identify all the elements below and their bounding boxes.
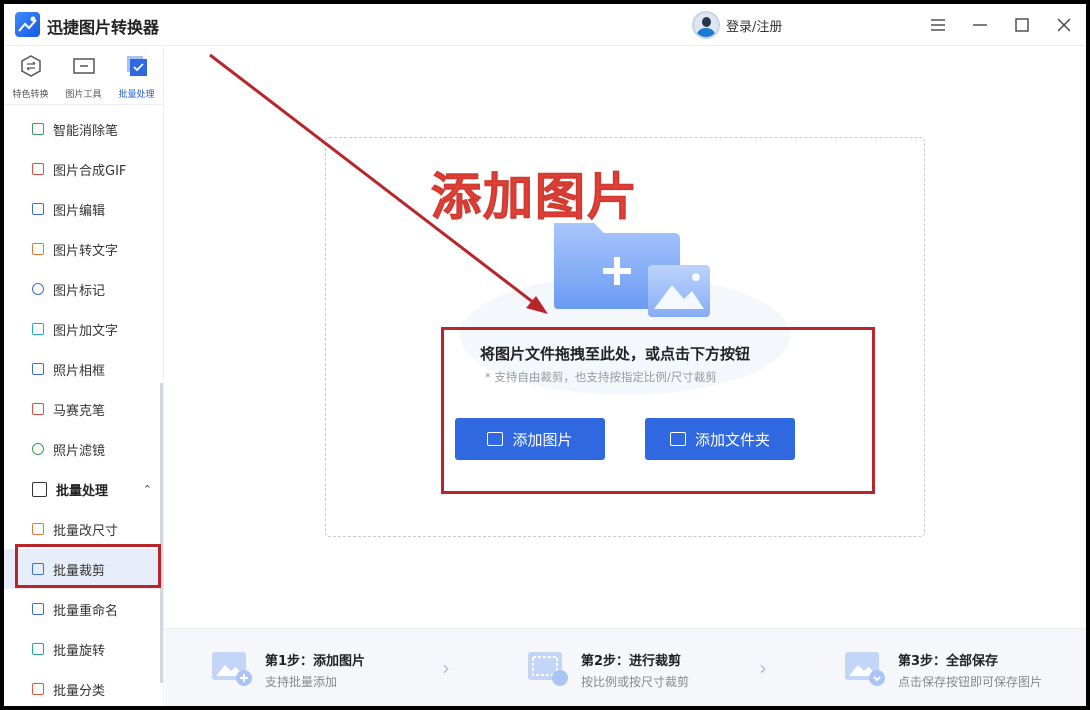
tab-label: 批量处理 (118, 90, 155, 100)
folder-plus-icon (669, 432, 686, 446)
sidebar-item-filter[interactable]: 照片滤镜 (4, 429, 164, 469)
chevron-right-icon: › (759, 656, 767, 680)
classify-icon (32, 683, 44, 695)
sidebar-group-batch[interactable]: 批量处理 ⌃ (4, 469, 164, 509)
step-title: 第3步：全部保存 (898, 654, 999, 669)
sidebar-item-label: 照片滤镜 (53, 443, 106, 459)
sidebar-item-mosaic[interactable]: 马赛克笔 (4, 389, 164, 429)
sidebar-item-label: 照片相框 (53, 363, 106, 379)
resize-icon (32, 523, 44, 535)
sidebar-item-label: 图片编辑 (53, 203, 106, 219)
image-icon (487, 432, 504, 446)
add-folder-button[interactable]: 添加文件夹 (645, 418, 795, 460)
sidebar-scrollbar[interactable] (160, 383, 163, 683)
image-tool-icon (73, 58, 95, 74)
app-window: 迅捷图片转换器 登录/注册 特色转换 图片工具 批量处理 智能消除笔 图片合成G… (4, 4, 1086, 706)
eraser-pen-icon (32, 123, 44, 135)
tab-label: 特色转换 (12, 90, 49, 100)
sidebar-item-label: 智能消除笔 (53, 123, 119, 139)
title-bar: 迅捷图片转换器 登录/注册 (4, 4, 1086, 46)
maximize-icon[interactable] (1011, 14, 1033, 36)
login-register-button[interactable]: 登录/注册 (692, 11, 782, 39)
crop-hint: * 支持自由裁剪，也支持按指定比例/尺寸裁剪 (485, 370, 717, 384)
rename-icon (32, 603, 44, 615)
step-add-image-icon (212, 652, 252, 686)
frame-icon (32, 363, 44, 375)
text-recognize-icon (32, 243, 44, 255)
sidebar-item-label: 图片合成GIF (53, 163, 127, 179)
chevron-right-icon: › (442, 656, 450, 680)
sidebar: 特色转换 图片工具 批量处理 智能消除笔 图片合成GIF 图片编辑 图片转文字 … (4, 47, 164, 706)
sidebar-menu: 智能消除笔 图片合成GIF 图片编辑 图片转文字 图片标记 图片加文字 照片相框… (4, 109, 164, 706)
swap-icon (21, 55, 41, 77)
close-icon[interactable] (1053, 14, 1075, 36)
sidebar-item-label: 批量旋转 (53, 643, 106, 659)
mosaic-pen-icon (32, 403, 44, 415)
step-desc: 按比例或按尺寸裁剪 (581, 675, 690, 689)
sidebar-item-batch-classify[interactable]: 批量分类 (4, 669, 164, 706)
drag-instruction: 将图片文件拖拽至此处，或点击下方按钮 (480, 345, 751, 363)
sidebar-item-smart-eraser[interactable]: 智能消除笔 (4, 109, 164, 149)
batch-icon (127, 56, 147, 76)
folder-add-icon (554, 223, 710, 317)
tab-image-tools[interactable]: 图片工具 (57, 47, 110, 105)
sidebar-group-label: 批量处理 (56, 483, 109, 499)
tab-special-convert[interactable]: 特色转换 (4, 47, 57, 105)
filter-icon (32, 443, 44, 455)
sidebar-item-photo-frame[interactable]: 照片相框 (4, 349, 164, 389)
step-title: 第1步：添加图片 (265, 654, 366, 669)
sidebar-item-label: 图片加文字 (53, 323, 119, 339)
steps-bar: 第1步：添加图片 支持批量添加 › 第2步：进行裁剪 按比例或按尺寸裁剪 › 第… (165, 628, 1086, 706)
sidebar-item-label: 批量重命名 (53, 603, 119, 619)
gif-icon (32, 163, 44, 175)
sidebar-item-image-edit[interactable]: 图片编辑 (4, 189, 164, 229)
tab-batch-process[interactable]: 批量处理 (110, 47, 163, 105)
add-image-label: 添加图片 (512, 430, 573, 449)
main-panel: 添加图片 将图片文件拖拽至此处，或点击下方按钮 * 支持自由裁剪，也支持按指定比… (165, 47, 1086, 706)
sidebar-item-label: 马赛克笔 (53, 403, 106, 419)
sidebar-item-gif[interactable]: 图片合成GIF (4, 149, 164, 189)
sidebar-item-image-mark[interactable]: 图片标记 (4, 269, 164, 309)
sidebar-item-label: 批量改尺寸 (53, 523, 119, 539)
top-nav: 特色转换 图片工具 批量处理 (4, 47, 164, 105)
add-image-button[interactable]: 添加图片 (455, 418, 605, 460)
sidebar-item-batch-rename[interactable]: 批量重命名 (4, 589, 164, 629)
step-title: 第2步：进行裁剪 (581, 654, 682, 669)
sidebar-item-label: 图片转文字 (53, 243, 119, 259)
login-register-label: 登录/注册 (726, 19, 783, 35)
mark-icon (32, 283, 44, 295)
tab-label: 图片工具 (65, 90, 102, 100)
minimize-icon[interactable] (969, 14, 991, 36)
step-save-icon (845, 652, 885, 686)
step-crop-icon (528, 652, 568, 686)
rotate-icon (32, 643, 44, 655)
sidebar-item-batch-resize[interactable]: 批量改尺寸 (4, 509, 164, 549)
step-desc: 点击保存按钮即可保存图片 (898, 675, 1043, 689)
menu-icon[interactable] (927, 14, 949, 36)
add-folder-label: 添加文件夹 (694, 430, 770, 449)
add-text-icon (32, 323, 44, 335)
sidebar-item-add-text[interactable]: 图片加文字 (4, 309, 164, 349)
batch-group-icon (32, 481, 47, 497)
edit-icon (32, 203, 44, 215)
annotation-selected-item-box (15, 544, 161, 588)
app-title: 迅捷图片转换器 (47, 18, 160, 37)
sidebar-item-label: 图片标记 (53, 283, 106, 299)
chevron-up-icon: ⌃ (142, 483, 152, 496)
sidebar-item-image-to-text[interactable]: 图片转文字 (4, 229, 164, 269)
sidebar-item-batch-rotate[interactable]: 批量旋转 (4, 629, 164, 669)
avatar (692, 11, 720, 39)
step-desc: 支持批量添加 (265, 675, 338, 689)
app-logo-icon (15, 12, 40, 37)
sidebar-item-label: 批量分类 (53, 683, 106, 699)
